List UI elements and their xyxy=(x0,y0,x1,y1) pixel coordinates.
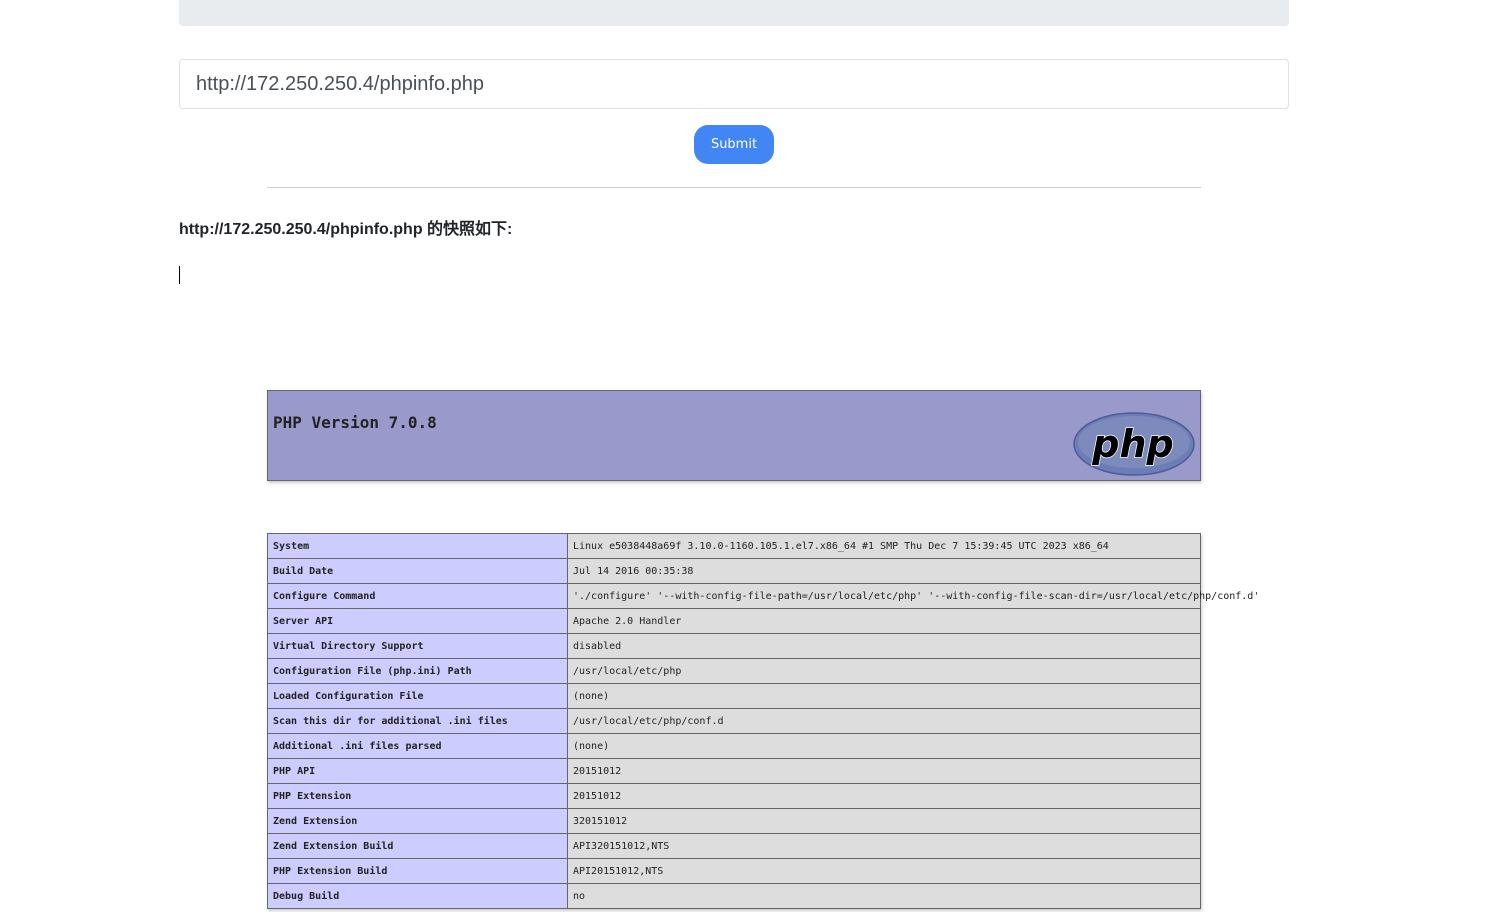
row-value: './configure' '--with-config-file-path=/… xyxy=(567,583,1259,609)
row-key: Build Date xyxy=(267,558,568,584)
text-caret xyxy=(179,266,180,284)
top-panel xyxy=(179,0,1289,26)
table-row: PHP API 20151012 xyxy=(267,758,1201,784)
row-key: Virtual Directory Support xyxy=(267,633,568,659)
row-value: Linux e5038448a69f 3.10.0-1160.105.1.el7… xyxy=(567,533,1201,559)
row-value: no xyxy=(567,883,1201,909)
row-value: /usr/local/etc/php/conf.d xyxy=(567,708,1201,734)
row-value: (none) xyxy=(567,683,1201,709)
table-row: Configuration File (php.ini) Path/usr/lo… xyxy=(267,658,1201,684)
phpinfo-table: System Linux e5038448a69f 3.10.0-1160.105… xyxy=(267,533,1259,909)
row-value: Apache 2.0 Handler xyxy=(567,608,1201,634)
row-key: PHP Extension Build xyxy=(267,858,568,884)
php-version-title: PHP Version 7.0.8 xyxy=(273,413,437,432)
table-row: Server API Apache 2.0 Handler xyxy=(267,608,1201,634)
row-key: Zend Extension xyxy=(267,808,568,834)
table-row: Zend Extension Build API320151012,NTS xyxy=(267,833,1201,859)
table-row: Loaded Configuration File (none) xyxy=(267,683,1201,709)
row-value: 20151012 xyxy=(567,758,1201,784)
row-key: Scan this dir for additional .ini files xyxy=(267,708,568,734)
row-key: Zend Extension Build xyxy=(267,833,568,859)
row-value: API320151012,NTS xyxy=(567,833,1201,859)
row-key: PHP Extension xyxy=(267,783,568,809)
url-input[interactable] xyxy=(179,59,1289,109)
snapshot-title: http://172.250.250.4/phpinfo.php 的快照如下: xyxy=(179,221,513,238)
row-value: (none) xyxy=(567,733,1201,759)
row-key: Server API xyxy=(267,608,568,634)
row-key: System xyxy=(267,533,568,559)
table-row: Debug Build no xyxy=(267,883,1201,909)
row-key: Configure Command xyxy=(267,583,568,609)
row-value: disabled xyxy=(567,633,1201,659)
php-logo-icon[interactable]: php xyxy=(1073,412,1195,476)
table-row: Scan this dir for additional .ini files /… xyxy=(267,708,1201,734)
table-row: PHP Extension 20151012 xyxy=(267,783,1201,809)
row-key: Debug Build xyxy=(267,883,568,909)
table-row: Virtual Directory Support disabled xyxy=(267,633,1201,659)
table-row: Zend Extension 320151012 xyxy=(267,808,1201,834)
table-row: Additional .ini files parsed (none) xyxy=(267,733,1201,759)
row-key: Configuration File (php.ini) Path xyxy=(267,658,568,684)
submit-button[interactable]: Submit xyxy=(694,125,774,164)
row-key: PHP API xyxy=(267,758,568,784)
table-row: PHP Extension Build API20151012,NTS xyxy=(267,858,1201,884)
row-value: /usr/local/etc/php xyxy=(567,658,1201,684)
phpinfo-header: PHP Version 7.0.8 php xyxy=(267,390,1201,481)
row-value: Jul 14 2016 00:35:38 xyxy=(567,558,1201,584)
php-logo-text: php xyxy=(1091,422,1173,466)
row-key: Additional .ini files parsed xyxy=(267,733,568,759)
row-value: API20151012,NTS xyxy=(567,858,1201,884)
row-key: Loaded Configuration File xyxy=(267,683,568,709)
divider xyxy=(267,187,1201,188)
row-value: 20151012 xyxy=(567,783,1201,809)
table-row: Configure Command './configure' '--with-… xyxy=(267,583,1259,609)
row-value: 320151012 xyxy=(567,808,1201,834)
table-row: Build Date Jul 14 2016 00:35:38 xyxy=(267,558,1201,584)
table-row: System Linux e5038448a69f 3.10.0-1160.105… xyxy=(267,533,1201,559)
